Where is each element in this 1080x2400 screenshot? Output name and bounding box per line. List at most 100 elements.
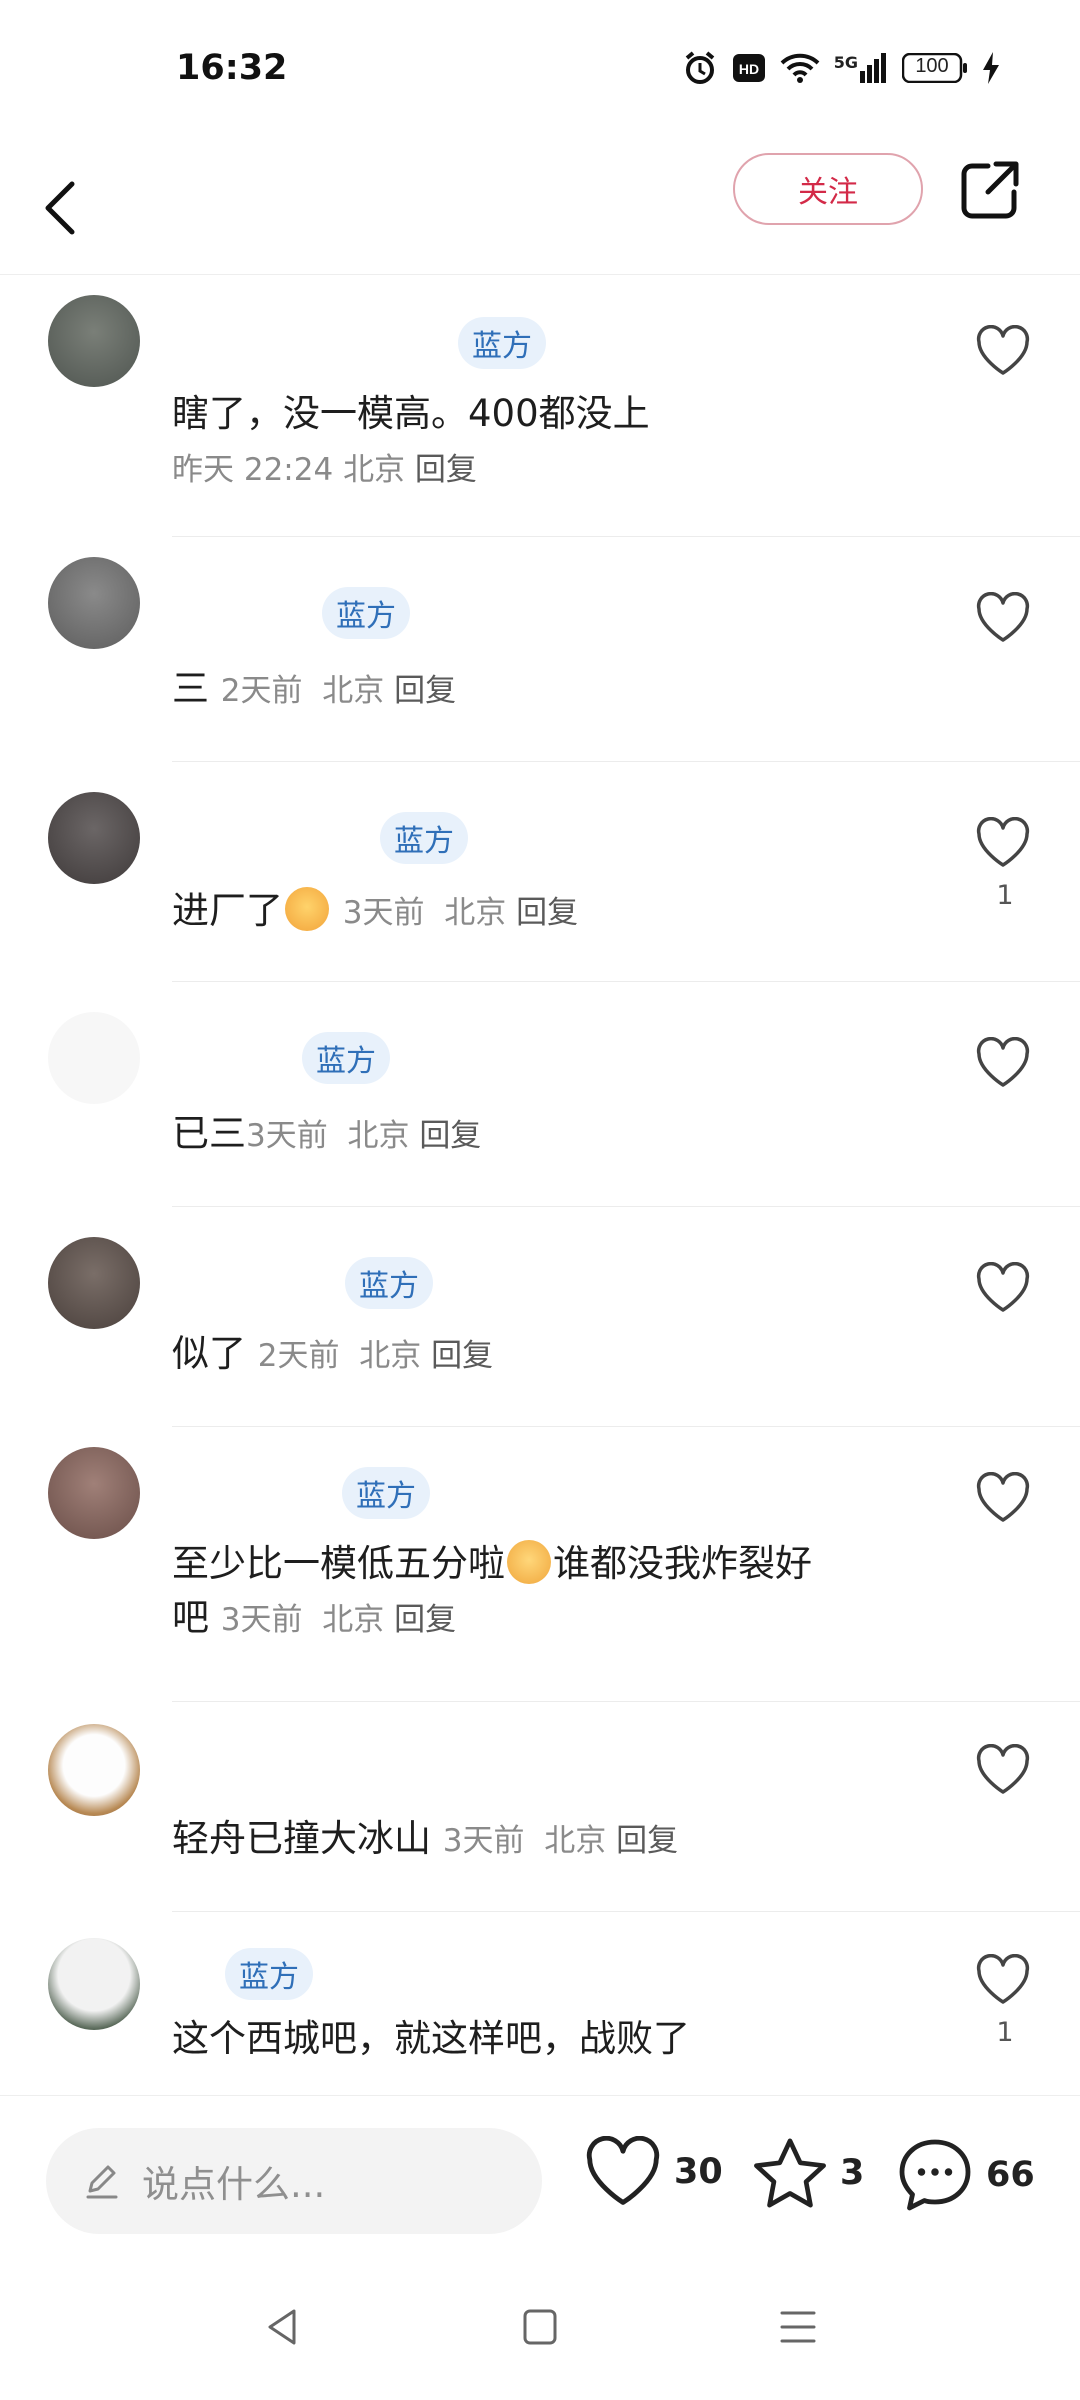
- star-icon: [754, 2138, 826, 2208]
- avatar[interactable]: [48, 1237, 140, 1329]
- comment-meta: 3天前 北京 回复: [443, 1823, 678, 1859]
- comment-input[interactable]: 说点什么...: [46, 2128, 542, 2234]
- comment-time: 2天前: [257, 1338, 340, 1374]
- comment-bubble-icon: [899, 2139, 971, 2211]
- comment-meta: 3天前 北京 回复: [221, 1602, 456, 1638]
- side-tag: 蓝方: [458, 317, 546, 369]
- comment-text: 三 2天前 北京 回复: [172, 662, 912, 718]
- back-triangle-icon[interactable]: [262, 2305, 302, 2349]
- like-heart-icon[interactable]: [975, 325, 1031, 377]
- comment-item[interactable]: 蓝方 进厂了 3天前 北京 回复 1: [0, 762, 1080, 982]
- wifi-icon: [780, 52, 820, 84]
- comment-body: 已三: [172, 1112, 246, 1155]
- comment-time: 3天前: [342, 895, 425, 931]
- avatar[interactable]: [48, 295, 140, 387]
- share-button[interactable]: [958, 158, 1022, 222]
- comment-list: 蓝方 瞎了，没一模高。400都没上 昨天 22:24 北京 回复 蓝方 三 2天…: [0, 275, 1080, 2095]
- comment-total: 66: [986, 2155, 1035, 2195]
- comment-item[interactable]: 轻舟已撞大冰山 3天前 北京 回复: [0, 1702, 1080, 1912]
- 5g-signal-icon: 5G: [834, 53, 888, 83]
- hd-label: HD: [739, 61, 759, 77]
- status-time: 16:32: [176, 48, 288, 88]
- avatar[interactable]: [48, 1012, 140, 1104]
- like-heart-icon[interactable]: [975, 1954, 1031, 2006]
- battery-level: 100: [915, 55, 949, 77]
- status-bar: 16:32 HD 5G 100: [0, 0, 1080, 140]
- side-tag: 蓝方: [302, 1032, 390, 1084]
- avatar[interactable]: [48, 792, 140, 884]
- comment-time: 昨天 22:24: [172, 452, 334, 488]
- system-nav-bar: [0, 2265, 1080, 2400]
- top-header: 关注: [0, 140, 1080, 275]
- reply-button[interactable]: 回复: [394, 673, 456, 709]
- comment-item[interactable]: 蓝方 至少比一模低五分啦 谁都没我炸裂好 吧 3天前 北京 回复: [0, 1427, 1080, 1702]
- pencil-icon: [86, 2165, 118, 2199]
- hd-icon: HD: [732, 53, 766, 83]
- comment-body: 这个西城吧，就这样吧，战败了: [172, 2017, 690, 2060]
- comment-text: 已三3天前 北京 回复: [172, 1107, 912, 1163]
- heart-icon: [586, 2136, 660, 2205]
- comment-time: 3天前: [442, 1823, 525, 1859]
- comment-meta: 3天前 北京 回复: [343, 895, 578, 931]
- comment-body: 至少比一模低五分啦: [172, 1542, 505, 1585]
- comment-meta: 2天前 北京 回复: [258, 1338, 493, 1374]
- star-total: 3: [840, 2153, 865, 2193]
- reply-button[interactable]: 回复: [419, 1118, 481, 1154]
- like-count: 1: [996, 2017, 1014, 2048]
- like-heart-icon[interactable]: [975, 592, 1031, 644]
- avatar[interactable]: [48, 1447, 140, 1539]
- comment-body: 瞎了，没一模高。400都没上: [172, 392, 650, 435]
- reply-button[interactable]: 回复: [431, 1338, 493, 1374]
- comment-location: 北京: [322, 673, 385, 709]
- comment-item[interactable]: 蓝方 瞎了，没一模高。400都没上 昨天 22:24 北京 回复: [0, 275, 1080, 537]
- comment-body-end: 吧: [172, 1596, 209, 1639]
- like-button[interactable]: 30: [584, 2136, 723, 2208]
- charging-icon: [982, 52, 1000, 84]
- comment-location: 北京: [343, 452, 406, 488]
- battery-icon: 100: [902, 53, 968, 83]
- comment-text: 至少比一模低五分啦 谁都没我炸裂好 吧 3天前 北京 回复: [172, 1537, 912, 1647]
- comment-item[interactable]: 蓝方 已三3天前 北京 回复: [0, 982, 1080, 1207]
- share-icon: [961, 161, 1019, 219]
- comment-time: 3天前: [220, 1602, 303, 1638]
- alarm-icon: [682, 50, 718, 86]
- back-button[interactable]: [38, 166, 98, 246]
- comment-text: 似了 2天前 北京 回复: [172, 1327, 912, 1383]
- avatar[interactable]: [48, 1938, 140, 2030]
- like-heart-icon[interactable]: [975, 1037, 1031, 1089]
- reply-button[interactable]: 回复: [616, 1823, 678, 1859]
- reply-button[interactable]: 回复: [394, 1602, 456, 1638]
- menu-lines-icon[interactable]: [778, 2305, 818, 2349]
- reply-button[interactable]: 回复: [415, 452, 477, 488]
- comment-time: 2天前: [220, 673, 303, 709]
- comment-time: 3天前: [246, 1118, 328, 1154]
- side-tag: 蓝方: [380, 812, 468, 864]
- favorite-button[interactable]: 3: [752, 2136, 864, 2210]
- avatar[interactable]: [48, 557, 140, 649]
- comment-item[interactable]: 蓝方 三 2天前 北京 回复: [0, 537, 1080, 762]
- comment-body-cont: 谁都没我炸裂好: [553, 1542, 812, 1585]
- comment-text: 瞎了，没一模高。400都没上 昨天 22:24 北京 回复: [172, 387, 912, 497]
- comment-button[interactable]: 66: [896, 2136, 1035, 2214]
- status-icons: HD 5G 100: [682, 50, 1000, 86]
- like-heart-icon[interactable]: [975, 817, 1031, 869]
- comment-body: 似了: [172, 1332, 246, 1375]
- follow-button[interactable]: 关注: [733, 153, 923, 225]
- comment-location: 北京: [444, 895, 507, 931]
- like-heart-icon[interactable]: [975, 1744, 1031, 1796]
- like-heart-icon[interactable]: [975, 1472, 1031, 1524]
- comment-location: 北京: [359, 1338, 422, 1374]
- network-label: 5G: [833, 53, 858, 72]
- comment-text: 这个西城吧，就这样吧，战败了: [172, 2012, 912, 2066]
- home-square-icon[interactable]: [520, 2305, 560, 2349]
- back-arrow-icon: [45, 181, 75, 235]
- comment-item[interactable]: 蓝方 似了 2天前 北京 回复: [0, 1207, 1080, 1427]
- like-total: 30: [674, 2152, 723, 2192]
- shocked-emoji-icon: [507, 1540, 551, 1584]
- avatar[interactable]: [48, 1724, 140, 1816]
- comment-location: 北京: [544, 1823, 607, 1859]
- comment-item[interactable]: 蓝方 这个西城吧，就这样吧，战败了 1: [0, 1912, 1080, 2095]
- reply-button[interactable]: 回复: [516, 895, 578, 931]
- like-heart-icon[interactable]: [975, 1262, 1031, 1314]
- comment-body: 轻舟已撞大冰山: [172, 1817, 431, 1860]
